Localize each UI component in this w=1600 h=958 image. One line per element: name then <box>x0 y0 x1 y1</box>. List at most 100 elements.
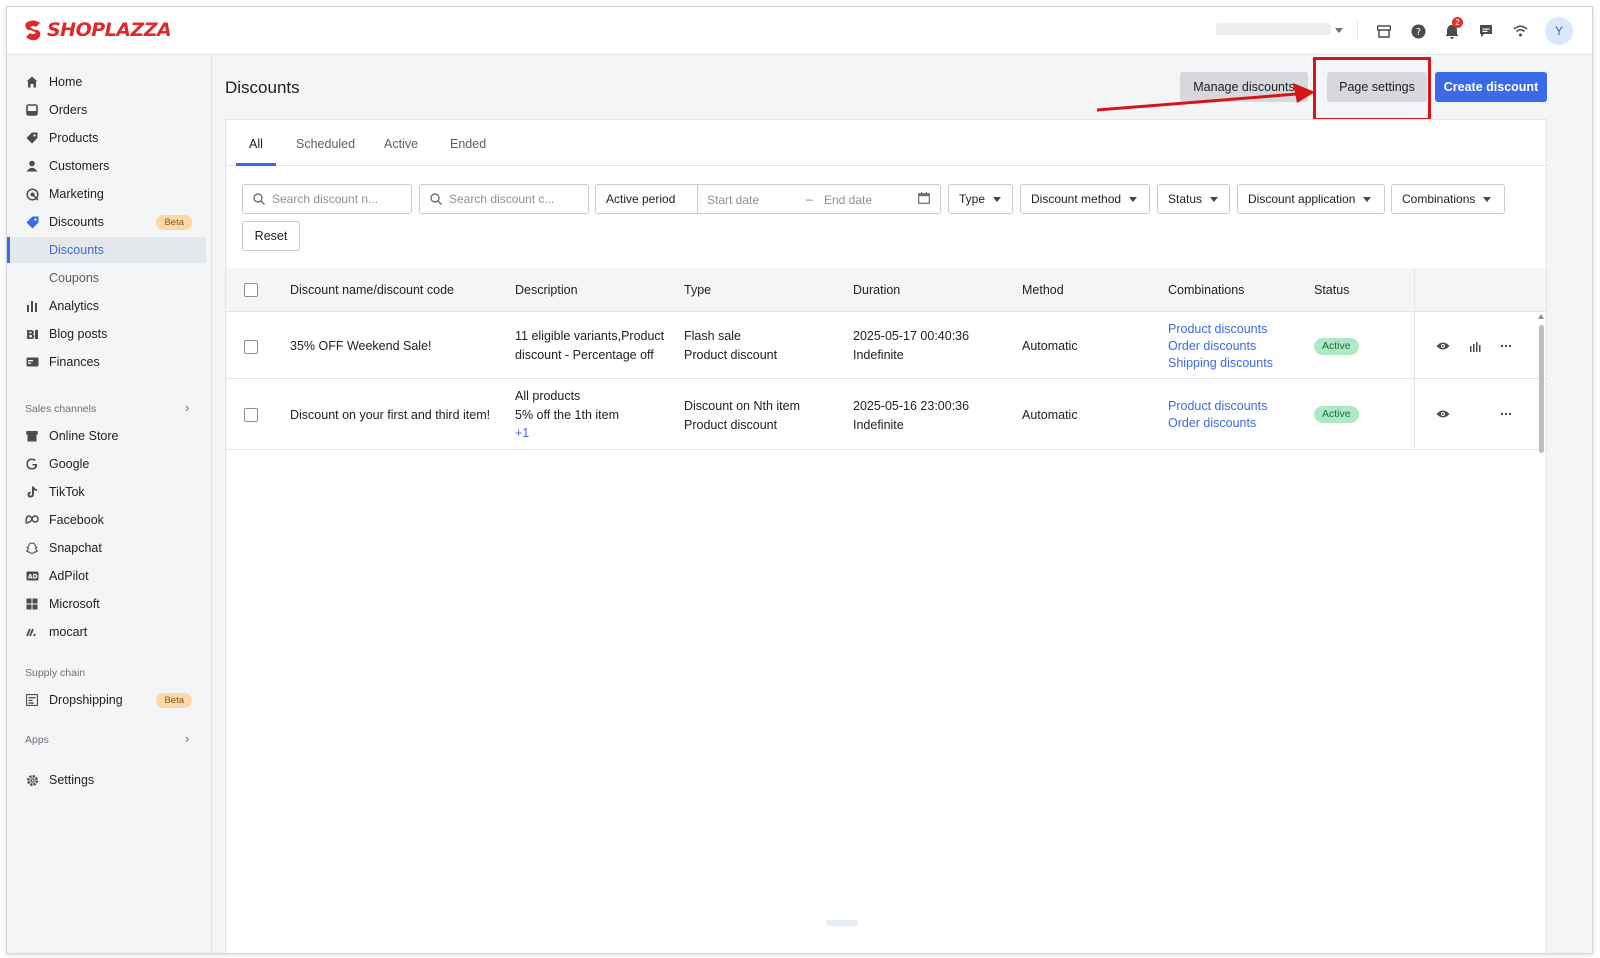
sidebar-item-microsoft[interactable]: Microsoft <box>7 591 206 617</box>
sidebar-item-snapchat[interactable]: Snapchat <box>7 535 206 561</box>
tab-all[interactable]: All <box>249 137 263 151</box>
create-discount-button[interactable]: Create discount <box>1435 72 1547 102</box>
annotation-highlight-box <box>1313 57 1431 121</box>
chevron-right-icon[interactable]: › <box>185 400 189 415</box>
sidebar-item-products[interactable]: Products <box>7 125 206 151</box>
combination-link[interactable]: Product discounts <box>1168 321 1267 338</box>
column-header-name[interactable]: Discount name/discount code <box>290 283 454 297</box>
sidebar-item-google[interactable]: Google <box>7 451 206 477</box>
combination-link[interactable]: Order discounts <box>1168 415 1256 432</box>
search-discount-code-input[interactable]: Search discount c... <box>419 184 589 214</box>
duration-end: Indefinite <box>853 418 904 432</box>
combinations-filter-dropdown[interactable]: Combinations <box>1391 184 1505 214</box>
eye-icon[interactable] <box>1435 338 1451 354</box>
sidebar-item-label: Coupons <box>49 271 100 285</box>
row-checkbox[interactable] <box>244 408 258 422</box>
type-line: Product discount <box>684 418 778 432</box>
vertical-scrollbar-thumb[interactable] <box>1539 325 1544 453</box>
caret-down-icon <box>1129 196 1138 202</box>
discount-name[interactable]: 35% OFF Weekend Sale! <box>290 337 432 355</box>
sidebar-item-customers[interactable]: Customers <box>7 153 206 179</box>
method-value: Automatic <box>1022 339 1078 353</box>
finance-icon <box>25 355 39 369</box>
sidebar-item-analytics[interactable]: Analytics <box>7 293 206 319</box>
sidebar-item-finances[interactable]: Finances <box>7 349 206 375</box>
description-more-link[interactable]: +1 <box>515 425 529 442</box>
reset-button[interactable]: Reset <box>242 221 300 251</box>
sidebar-item-label: Discounts <box>49 215 104 229</box>
more-options-icon[interactable] <box>1498 338 1514 354</box>
tab-bar: All Scheduled Active Ended <box>226 120 1546 166</box>
column-header-status: Status <box>1314 283 1350 297</box>
store-selector[interactable] <box>1216 23 1331 35</box>
combination-link[interactable]: Order discounts <box>1168 338 1256 355</box>
tiktok-icon <box>25 485 39 499</box>
chevron-down-icon[interactable] <box>1335 28 1343 33</box>
active-period-label[interactable]: Active period <box>596 185 698 213</box>
brand-logo[interactable]: SHOPLAZZA <box>23 19 172 41</box>
store-icon[interactable] <box>1375 22 1393 40</box>
sidebar-item-mocart[interactable]: mocart <box>7 619 206 645</box>
eye-icon[interactable] <box>1435 406 1451 422</box>
tab-ended[interactable]: Ended <box>450 137 486 151</box>
discount-method-filter-dropdown[interactable]: Discount method <box>1020 184 1150 214</box>
sidebar-item-label: mocart <box>49 625 88 639</box>
tab-scheduled[interactable]: Scheduled <box>296 137 355 151</box>
column-header-type: Type <box>684 283 712 297</box>
sidebar-item-label: Finances <box>49 355 100 369</box>
row-checkbox[interactable] <box>244 340 258 354</box>
shoplazza-logo-icon <box>25 20 41 41</box>
calendar-icon[interactable] <box>918 192 930 204</box>
help-icon[interactable]: ? <box>1409 22 1427 40</box>
sidebar-item-adpilot[interactable]: AD AdPilot <box>7 563 206 589</box>
avatar[interactable]: Y <box>1545 17 1573 45</box>
bar-chart-icon[interactable] <box>1467 338 1483 354</box>
combination-link[interactable]: Shipping discounts <box>1168 355 1273 372</box>
sidebar-item-tiktok[interactable]: TikTok <box>7 479 206 505</box>
sidebar-item-label: Customers <box>49 159 110 173</box>
sidebar-item-orders[interactable]: Orders <box>7 97 206 123</box>
discount-application-filter-label: Discount application <box>1248 192 1356 206</box>
caret-down-icon <box>1363 196 1372 202</box>
select-all-checkbox[interactable] <box>244 283 258 297</box>
status-badge: Active <box>1314 338 1359 355</box>
table-row[interactable]: 35% OFF Weekend Sale! 11 eligible varian… <box>226 313 1546 379</box>
sidebar-item-label: Dropshipping <box>49 693 123 707</box>
sidebar-item-marketing[interactable]: Marketing <box>7 181 206 207</box>
sidebar-subitem-discounts[interactable]: Discounts <box>7 237 206 263</box>
table-row[interactable]: Discount on your first and third item! A… <box>226 380 1546 450</box>
combination-link[interactable]: Product discounts <box>1168 398 1267 415</box>
more-options-icon[interactable] <box>1498 406 1514 422</box>
end-date-input[interactable]: End date <box>824 193 872 207</box>
tab-active[interactable]: Active <box>384 137 418 151</box>
discount-name[interactable]: Discount on your first and third item! <box>290 406 490 424</box>
section-label-apps[interactable]: Apps <box>25 734 49 746</box>
chat-icon[interactable] <box>1477 22 1495 40</box>
meta-icon <box>25 513 39 527</box>
active-period-filter[interactable]: Active period Start date – End date <box>595 184 941 214</box>
sidebar-item-dropshipping[interactable]: Dropshipping Beta <box>7 687 206 713</box>
sidebar-item-facebook[interactable]: Facebook <box>7 507 206 533</box>
resize-handle[interactable] <box>826 920 858 926</box>
description-line: All products <box>515 389 581 403</box>
wifi-icon[interactable] <box>1511 22 1529 40</box>
search-discount-name-input[interactable]: Search discount n... <box>242 184 412 214</box>
sidebar-item-settings[interactable]: Settings <box>7 767 206 793</box>
sidebar-item-blog-posts[interactable]: B Blog posts <box>7 321 206 347</box>
orders-icon <box>25 103 39 117</box>
start-date-input[interactable]: Start date <box>707 193 759 207</box>
sidebar-subitem-coupons[interactable]: Coupons <box>7 265 206 291</box>
sidebar-item-online-store[interactable]: Online Store <box>7 423 206 449</box>
chevron-right-icon[interactable]: › <box>185 731 189 746</box>
sidebar-item-label: Settings <box>49 773 95 787</box>
discount-method-filter-label: Discount method <box>1031 192 1122 206</box>
type-filter-dropdown[interactable]: Type <box>948 184 1013 214</box>
sidebar-item-home[interactable]: Home <box>7 69 206 95</box>
discount-application-filter-dropdown[interactable]: Discount application <box>1237 184 1385 214</box>
sidebar-item-discounts[interactable]: Discounts Beta <box>7 209 206 235</box>
annotation-arrow-icon <box>1097 83 1315 112</box>
scroll-up-arrow-icon[interactable] <box>1538 314 1544 319</box>
blog-icon: B <box>25 327 39 341</box>
status-filter-dropdown[interactable]: Status <box>1157 184 1230 214</box>
caret-down-icon <box>1210 196 1219 202</box>
